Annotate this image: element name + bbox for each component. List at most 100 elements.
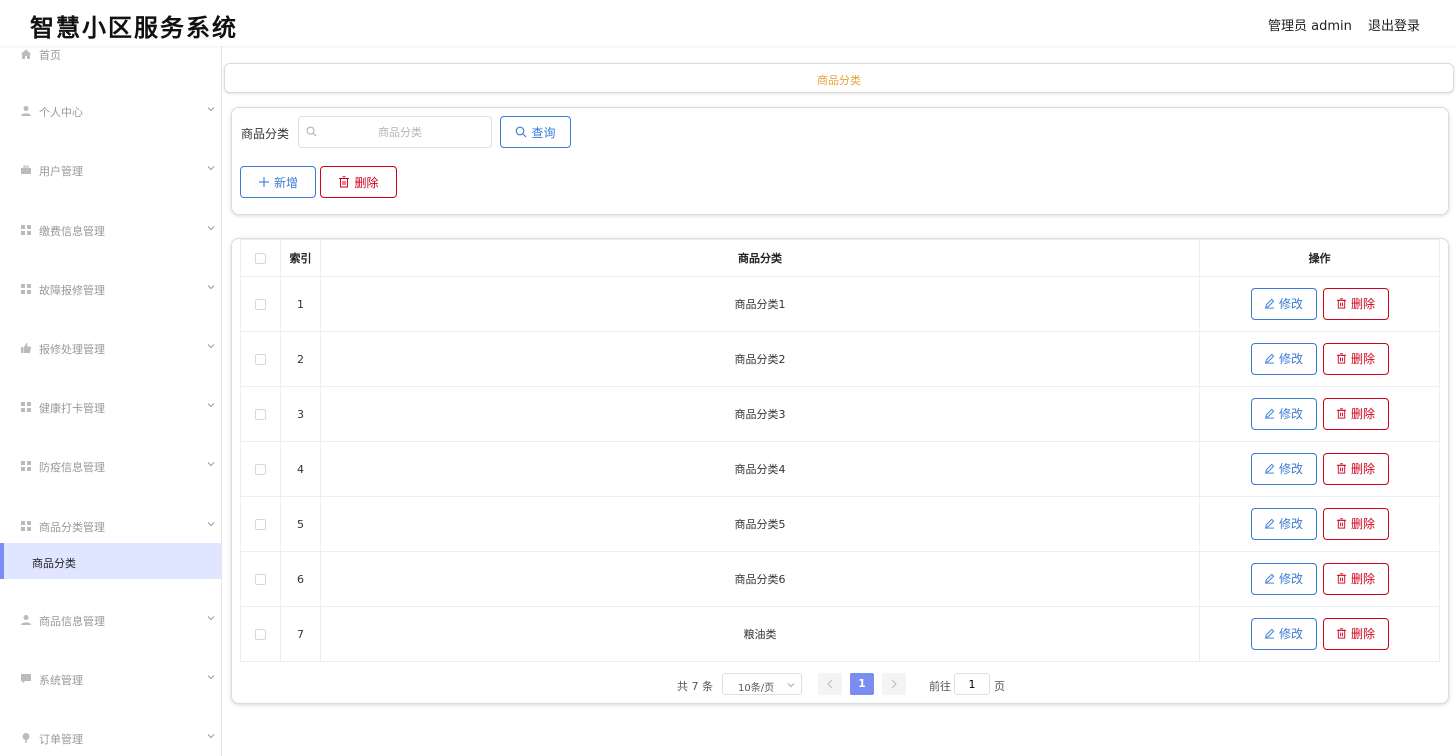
sidebar-item-category-mgmt[interactable]: 商品分类管理 xyxy=(0,515,221,539)
column-header-index: 索引 xyxy=(279,239,321,277)
grid-icon xyxy=(21,521,31,531)
sidebar-item-label: 故障报修管理 xyxy=(39,284,105,297)
edit-button[interactable]: 修改 xyxy=(1250,398,1317,430)
pin-icon xyxy=(22,733,30,743)
sidebar-item-repair-handling[interactable]: 报修处理管理 xyxy=(0,337,221,361)
sidebar-item-repair[interactable]: 故障报修管理 xyxy=(0,278,221,302)
sidebar-item-label: 商品信息管理 xyxy=(39,615,105,628)
sidebar-item-payment[interactable]: 缴费信息管理 xyxy=(0,219,221,243)
row-checkbox[interactable] xyxy=(254,519,266,530)
search-input[interactable] xyxy=(298,116,492,148)
goto-page-input[interactable] xyxy=(954,673,990,695)
sidebar-item-health[interactable]: 健康打卡管理 xyxy=(0,396,221,420)
edit-button[interactable]: 修改 xyxy=(1250,618,1317,650)
sidebar-item-goods[interactable]: 商品信息管理 xyxy=(0,609,221,633)
row-checkbox[interactable] xyxy=(254,409,266,420)
row-category: 商品分类5 xyxy=(319,496,1201,552)
grid-icon xyxy=(21,284,31,294)
page-size-select[interactable]: 10条/页 xyxy=(722,673,802,695)
delete-button[interactable]: 删除 xyxy=(1322,398,1389,430)
search-icon xyxy=(306,126,317,137)
edit-button[interactable]: 修改 xyxy=(1250,343,1317,375)
table-panel: 索引 商品分类 操作 1 商品分类1 修改 删除 2 商品分类2 修改 删除 3 商品分类3 修改删… xyxy=(231,238,1449,704)
row-checkbox[interactable] xyxy=(254,464,266,475)
row-checkbox[interactable] xyxy=(254,629,266,640)
search-icon xyxy=(516,126,527,138)
breadcrumb-current: 商品分类 xyxy=(817,74,861,87)
chevron-down-icon xyxy=(207,344,215,349)
table-row: 2 商品分类2 修改 删除 xyxy=(240,331,1440,387)
breadcrumb: 商品分类 xyxy=(224,63,1454,93)
sidebar-subitem-label: 商品分类 xyxy=(32,557,76,570)
row-actions: 修改 删除 xyxy=(1199,606,1440,662)
table-row: 3 商品分类3 修改 删除 xyxy=(240,386,1440,442)
table-row: 4 商品分类4 修改 删除 xyxy=(240,441,1440,497)
goto-label: 前往 xyxy=(929,680,951,693)
chevron-down-icon xyxy=(207,403,215,408)
thumb-icon xyxy=(21,343,31,353)
trash-icon xyxy=(339,176,350,188)
select-all-checkbox[interactable] xyxy=(254,253,266,264)
row-checkbox[interactable] xyxy=(254,299,266,310)
table-row: 7 粮油类 修改 删除 xyxy=(240,606,1440,662)
grid-icon xyxy=(21,402,31,412)
row-select-cell xyxy=(240,331,281,387)
goto-page-suffix: 页 xyxy=(994,680,1005,693)
row-category: 粮油类 xyxy=(319,606,1201,662)
sidebar-item-label: 防疫信息管理 xyxy=(39,461,105,474)
edit-button[interactable]: 修改 xyxy=(1250,453,1317,485)
sidebar: 首页 个人中心 用户管理 缴费信息管理 故障报修管理 报修处理管理 健康打卡管理… xyxy=(0,46,222,756)
home-icon xyxy=(21,49,31,59)
sidebar-item-system[interactable]: 系统管理 xyxy=(0,668,221,692)
app-title: 智慧小区服务系统 xyxy=(30,13,238,42)
row-select-cell xyxy=(240,386,281,442)
row-checkbox[interactable] xyxy=(254,354,266,365)
query-button[interactable]: 查询 xyxy=(500,116,571,148)
row-actions: 修改 删除 xyxy=(1199,386,1440,442)
table-body: 1 商品分类1 修改 删除 2 商品分类2 修改 删除 3 商品分类3 修改 删除 4 商品分类4 修改 删除… xyxy=(240,276,1440,662)
sidebar-item-epidemic[interactable]: 防疫信息管理 xyxy=(0,455,221,479)
sidebar-item-label: 用户管理 xyxy=(39,165,83,178)
batch-delete-button[interactable]: 删除 xyxy=(320,166,397,198)
edit-icon xyxy=(1264,353,1275,364)
next-page-button[interactable] xyxy=(882,673,906,695)
page-number-current[interactable]: 1 xyxy=(850,673,874,695)
trash-icon xyxy=(1336,518,1347,529)
trash-icon xyxy=(1336,628,1347,639)
sidebar-item-home[interactable]: 首页 xyxy=(0,46,221,67)
chevron-right-icon xyxy=(891,679,897,689)
sidebar-item-label: 首页 xyxy=(39,49,61,62)
row-category: 商品分类2 xyxy=(319,331,1201,387)
sidebar-item-personal[interactable]: 个人中心 xyxy=(0,100,221,124)
trash-icon xyxy=(1336,298,1347,309)
logout-link[interactable]: 退出登录 xyxy=(1368,15,1420,34)
edit-button[interactable]: 修改 xyxy=(1250,288,1317,320)
edit-button[interactable]: 修改 xyxy=(1250,508,1317,540)
delete-button[interactable]: 删除 xyxy=(1322,618,1389,650)
table-row: 5 商品分类5 修改 删除 xyxy=(240,496,1440,552)
search-label: 商品分类 xyxy=(241,127,290,141)
delete-button[interactable]: 删除 xyxy=(1322,453,1389,485)
sidebar-item-users[interactable]: 用户管理 xyxy=(0,159,221,183)
row-actions: 修改 删除 xyxy=(1199,441,1440,497)
chevron-down-icon xyxy=(207,166,215,171)
prev-page-button[interactable] xyxy=(818,673,842,695)
delete-button[interactable]: 删除 xyxy=(1322,343,1389,375)
sidebar-item-orders[interactable]: 订单管理 xyxy=(0,727,221,751)
delete-button[interactable]: 删除 xyxy=(1322,563,1389,595)
sidebar-subitem-category[interactable]: 商品分类 xyxy=(0,543,221,579)
row-select-cell xyxy=(240,496,281,552)
table-row: 1 商品分类1 修改 删除 xyxy=(240,276,1440,332)
delete-button[interactable]: 删除 xyxy=(1322,508,1389,540)
add-button[interactable]: 新增 xyxy=(240,166,316,198)
edit-icon xyxy=(1264,408,1275,419)
grid-icon xyxy=(21,225,31,235)
delete-button[interactable]: 删除 xyxy=(1322,288,1389,320)
chevron-down-icon xyxy=(207,734,215,739)
page-size-value: 10条/页 xyxy=(738,683,775,694)
chevron-down-icon xyxy=(207,675,215,680)
sidebar-item-label: 缴费信息管理 xyxy=(39,225,105,238)
edit-button[interactable]: 修改 xyxy=(1250,563,1317,595)
row-checkbox[interactable] xyxy=(254,574,266,585)
column-header-category: 商品分类 xyxy=(319,239,1201,277)
